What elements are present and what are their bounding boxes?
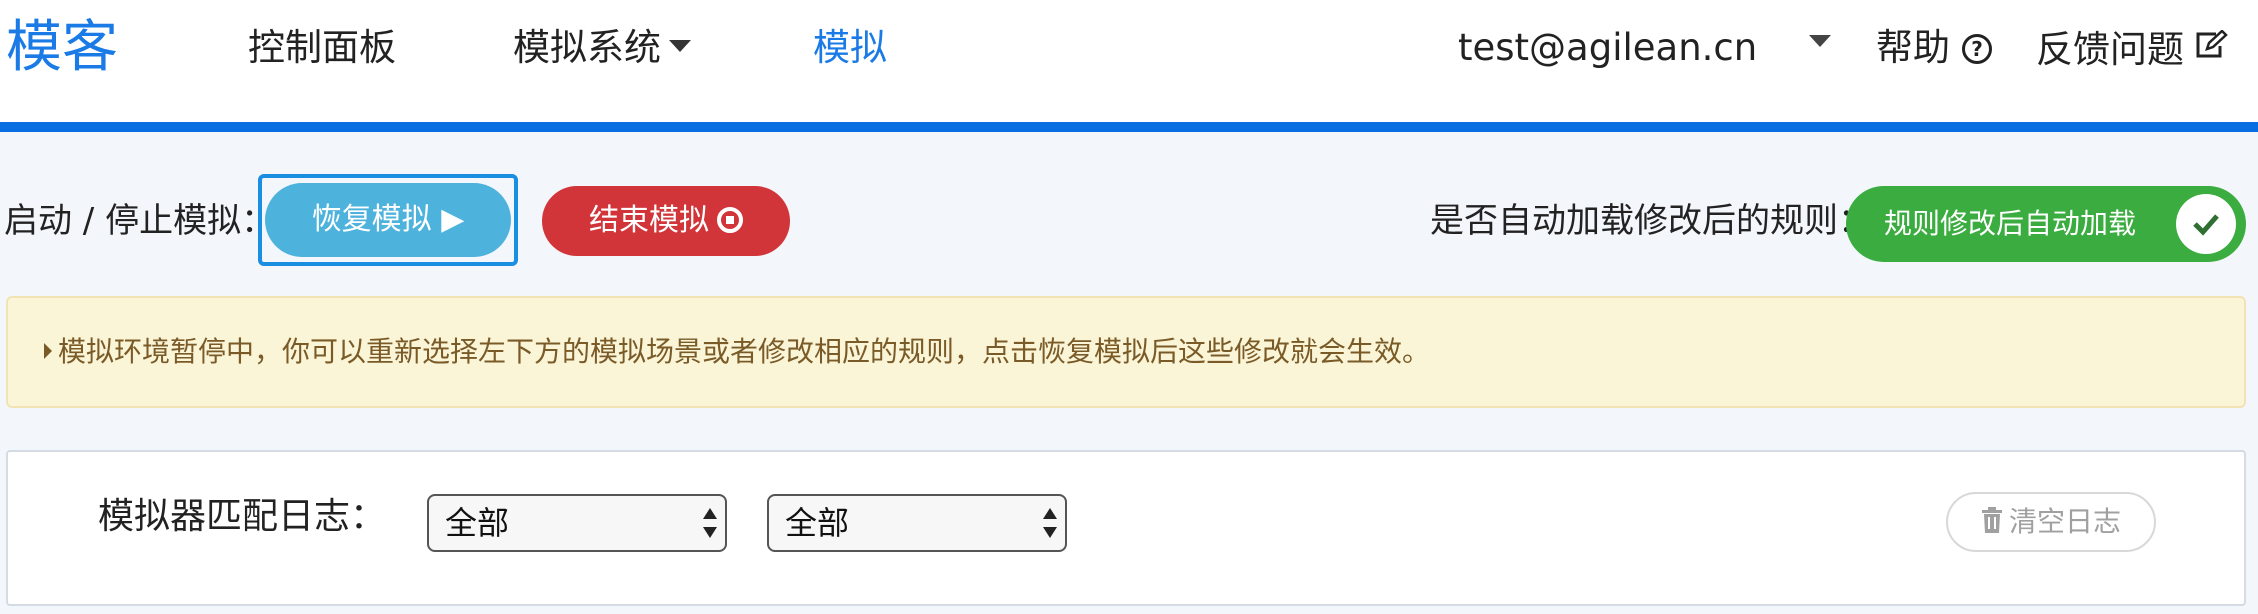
- log-filter-select-2[interactable]: 全部: [767, 494, 1067, 552]
- brand-logo[interactable]: 模客: [6, 14, 118, 82]
- select-arrows-icon: [1043, 508, 1057, 538]
- resume-simulation-button[interactable]: 恢复模拟 ▶: [265, 183, 511, 257]
- stop-circle-icon: [717, 207, 743, 233]
- log-panel: 模拟器匹配日志： 全部 全部 清空日志: [6, 450, 2246, 606]
- log-filter-select-1-value: 全部: [445, 504, 510, 542]
- clear-log-label: 清空日志: [2008, 505, 2121, 538]
- log-filter-select-2-value: 全部: [785, 504, 850, 542]
- log-filter-select-1[interactable]: 全部: [427, 494, 727, 552]
- feedback-label: 反馈问题: [2036, 28, 2184, 71]
- alert-message: 模拟环境暂停中，你可以重新选择左下方的模拟场景或者修改相应的规则，点击恢复模拟后…: [58, 335, 1431, 368]
- help-link[interactable]: 帮助?: [1876, 20, 1992, 76]
- nav-item-simulation-system[interactable]: 模拟系统: [513, 20, 691, 76]
- user-menu[interactable]: test@agilean.cn: [1458, 20, 1757, 76]
- clear-log-button[interactable]: 清空日志: [1946, 492, 2156, 552]
- end-simulation-label: 结束模拟: [589, 203, 709, 238]
- log-panel-title: 模拟器匹配日志：: [98, 496, 387, 537]
- user-email: test@agilean.cn: [1458, 26, 1758, 69]
- user-menu-toggle[interactable]: [1809, 35, 1831, 59]
- trash-icon: [1981, 496, 2003, 552]
- auto-reload-label: 是否自动加载修改后的规则：: [1430, 201, 1872, 241]
- nav-item-simulation-system-label: 模拟系统: [513, 26, 661, 69]
- edit-icon: [2194, 20, 2228, 76]
- top-navbar: 模客 控制面板 模拟系统 模拟 test@agilean.cn 帮助? 反馈问题: [0, 0, 2258, 132]
- help-label: 帮助: [1876, 26, 1950, 69]
- chevron-down-icon: [1809, 35, 1831, 47]
- nav-item-dashboard-label: 控制面板: [248, 26, 396, 69]
- nav-item-dashboard[interactable]: 控制面板: [248, 20, 396, 76]
- question-circle-icon: ?: [1962, 34, 1992, 64]
- sim-control-label: 启动 / 停止模拟：: [4, 201, 276, 241]
- nav-item-simulation[interactable]: 模拟: [813, 20, 887, 76]
- caret-right-icon: [44, 343, 52, 359]
- end-simulation-button[interactable]: 结束模拟: [542, 186, 790, 256]
- auto-reload-toggle-label: 规则修改后自动加载: [1884, 207, 2137, 240]
- chevron-down-icon: [669, 40, 691, 52]
- nav-item-simulation-label: 模拟: [813, 26, 887, 69]
- auto-reload-toggle[interactable]: 规则修改后自动加载: [1846, 186, 2246, 262]
- paused-alert: 模拟环境暂停中，你可以重新选择左下方的模拟场景或者修改相应的规则，点击恢复模拟后…: [6, 296, 2246, 408]
- select-arrows-icon: [703, 508, 717, 538]
- check-icon: [2176, 194, 2236, 254]
- feedback-link[interactable]: 反馈问题: [2036, 20, 2228, 78]
